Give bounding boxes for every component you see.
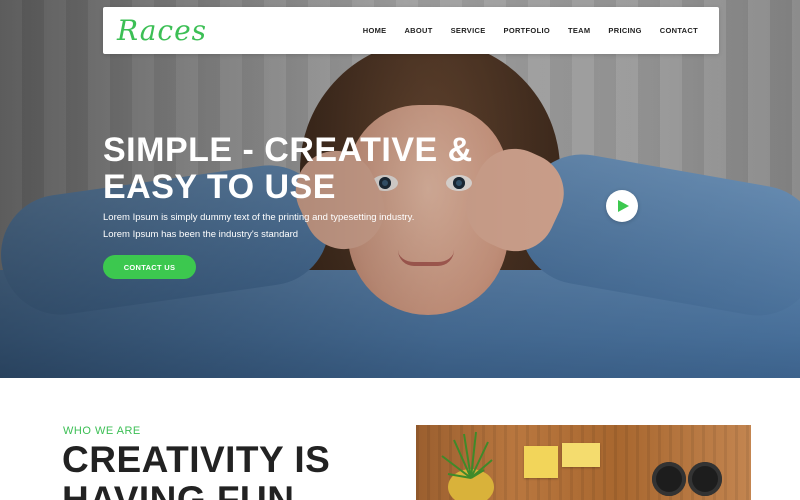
hero-headline: SIMPLE - CREATIVE & EASY TO USE (103, 132, 483, 206)
hero-description: Lorem Ipsum is simply dummy text of the … (103, 209, 414, 243)
hero-description-line1: Lorem Ipsum is simply dummy text of the … (103, 212, 415, 223)
play-icon (618, 200, 629, 212)
lens-cap (652, 462, 686, 496)
nav-item-about[interactable]: ABOUT (395, 26, 441, 35)
nav-item-portfolio[interactable]: PORTFOLIO (495, 26, 559, 35)
plant-icon (441, 431, 493, 479)
about-kicker: WHO WE ARE (63, 425, 141, 437)
sticky-note (562, 443, 600, 467)
logo[interactable]: Races (115, 14, 207, 47)
nav-item-pricing[interactable]: PRICING (599, 26, 650, 35)
contact-us-button[interactable]: CONTACT US (103, 255, 196, 279)
hero-description-line2: Lorem Ipsum has been the industry's stan… (103, 229, 299, 240)
navbar: Races HOME ABOUT SERVICE PORTFOLIO TEAM … (103, 7, 719, 54)
nav-menu: HOME ABOUT SERVICE PORTFOLIO TEAM PRICIN… (354, 26, 707, 35)
nav-item-team[interactable]: TEAM (559, 26, 599, 35)
about-title-line1: CREATIVITY IS (62, 439, 331, 480)
hero-headline-line2: EASY TO USE (103, 168, 336, 206)
nav-item-home[interactable]: HOME (354, 26, 396, 35)
about-image (416, 425, 751, 500)
nav-item-service[interactable]: SERVICE (442, 26, 495, 35)
about-title: CREATIVITY IS HAVING FUN (62, 440, 330, 500)
play-video-button[interactable] (606, 190, 638, 222)
sticky-note (524, 446, 558, 478)
hero-headline-line1: SIMPLE - CREATIVE & (103, 131, 473, 169)
nav-item-contact[interactable]: CONTACT (651, 26, 707, 35)
about-title-line2: HAVING FUN (62, 479, 295, 500)
lens-cap (688, 462, 722, 496)
